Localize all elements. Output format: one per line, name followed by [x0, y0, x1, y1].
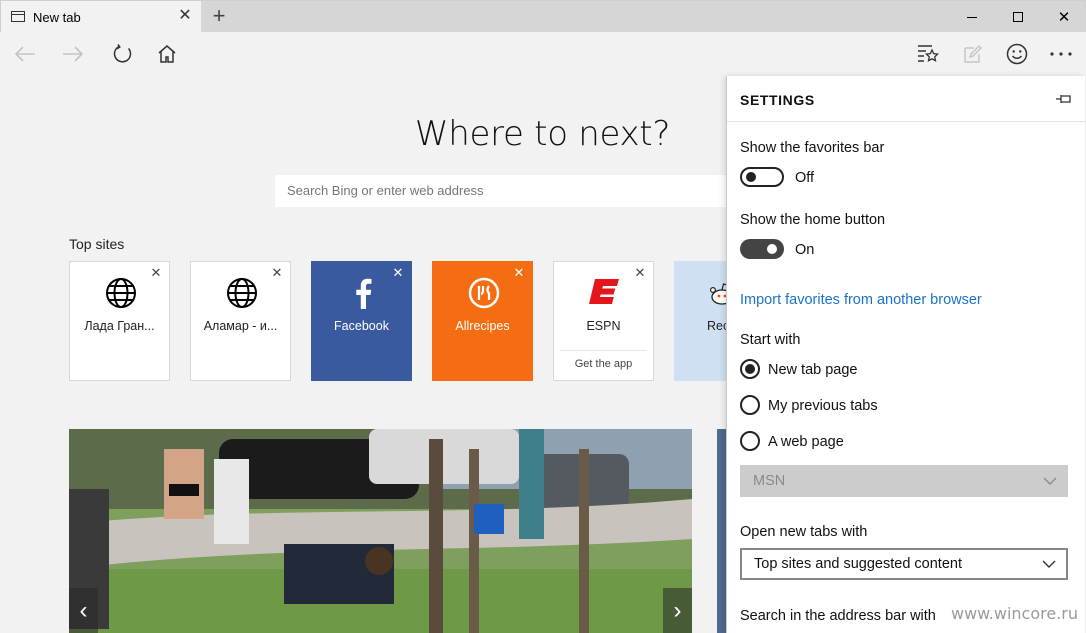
- news-photo[interactable]: [69, 429, 692, 633]
- favorites-bar-toggle[interactable]: [740, 167, 784, 187]
- radio-previous-tabs[interactable]: [740, 395, 760, 415]
- allrecipes-icon: [467, 276, 501, 310]
- tile-label: ESPN: [586, 319, 621, 333]
- tab-close-button[interactable]: ✕: [175, 6, 195, 26]
- tile-close-button[interactable]: ✕: [391, 266, 405, 280]
- get-app-link[interactable]: Get the app: [560, 350, 647, 370]
- forward-icon: [63, 46, 84, 62]
- maximize-icon: [1013, 12, 1023, 22]
- radio-label-web-page[interactable]: A web page: [768, 434, 844, 450]
- home-icon: [158, 45, 176, 63]
- chevron-down-icon: [1043, 477, 1057, 485]
- toggle-knob: [767, 244, 777, 254]
- top-site-tile[interactable]: ✕ Facebook: [311, 261, 412, 381]
- radio-label-new-tab-page[interactable]: New tab page: [768, 362, 857, 378]
- more-icon: [1050, 52, 1072, 56]
- toggle-knob: [746, 172, 756, 182]
- navigation-bar: [0, 32, 1086, 76]
- watermark: www.wincore.ru: [951, 604, 1079, 623]
- radio-label-previous-tabs[interactable]: My previous tabs: [768, 398, 878, 414]
- search-address-bar-label: Search in the address bar with: [740, 608, 936, 624]
- tile-label: Лада Гран...: [84, 319, 155, 333]
- tile-label: Rec: [707, 319, 727, 333]
- import-favorites-link[interactable]: Import favorites from another browser: [740, 292, 982, 308]
- photo-next-button[interactable]: ›: [663, 588, 692, 633]
- search-input[interactable]: Search Bing or enter web address: [275, 175, 735, 207]
- home-button-toggle[interactable]: [740, 239, 784, 259]
- tile-label: Facebook: [334, 319, 389, 333]
- feedback-icon: [1006, 43, 1028, 65]
- open-new-tabs-value: Top sites and suggested content: [754, 556, 962, 572]
- new-tab-button[interactable]: +: [204, 3, 234, 31]
- top-site-tile[interactable]: ✕ ESPN Get the app: [553, 261, 654, 381]
- maximize-button[interactable]: [995, 1, 1041, 33]
- top-site-tile[interactable]: Rec: [674, 261, 734, 381]
- settings-title: SETTINGS: [740, 92, 815, 108]
- news-photo-image: [69, 429, 692, 633]
- open-new-tabs-label: Open new tabs with: [740, 524, 868, 540]
- hub-icon: [918, 45, 940, 62]
- more-button[interactable]: [1045, 38, 1077, 70]
- web-note-icon: [964, 45, 982, 63]
- tile-close-button[interactable]: ✕: [270, 266, 284, 280]
- close-icon: ✕: [1057, 9, 1071, 26]
- chevron-down-icon: [1042, 560, 1056, 568]
- page-icon: [11, 11, 25, 22]
- back-icon: [14, 46, 35, 62]
- web-page-select-value: MSN: [753, 473, 786, 489]
- settings-header: SETTINGS: [727, 76, 1086, 122]
- facebook-icon: [346, 276, 380, 310]
- open-new-tabs-select[interactable]: Top sites and suggested content: [740, 548, 1068, 580]
- feedback-button[interactable]: [1001, 38, 1033, 70]
- radio-new-tab-page[interactable]: [740, 359, 760, 379]
- home-button-state: On: [795, 242, 815, 258]
- tab-title: New tab: [33, 10, 81, 25]
- favorites-bar-label: Show the favorites bar: [740, 140, 885, 156]
- tile-close-button[interactable]: ✕: [512, 266, 526, 280]
- photo-prev-button[interactable]: ‹: [69, 588, 98, 633]
- page-heading: Where to next?: [414, 114, 671, 154]
- web-page-select: MSN: [740, 465, 1068, 497]
- refresh-icon: [113, 44, 132, 63]
- web-note-button[interactable]: [957, 38, 989, 70]
- top-sites-label: Top sites: [69, 236, 125, 252]
- refresh-button[interactable]: [107, 38, 139, 70]
- forward-button[interactable]: [57, 38, 89, 70]
- espn-icon: [588, 276, 622, 310]
- hub-button[interactable]: [912, 38, 944, 70]
- tab-new-tab[interactable]: New tab ✕: [1, 1, 201, 33]
- tab-strip: New tab ✕ + ✕: [0, 0, 1086, 33]
- globe-icon: [104, 276, 138, 310]
- globe-icon: [225, 276, 259, 310]
- tile-close-button[interactable]: ✕: [149, 266, 163, 280]
- home-button-label: Show the home button: [740, 212, 886, 228]
- minimize-icon: [967, 16, 977, 18]
- home-button[interactable]: [151, 38, 183, 70]
- top-site-tile[interactable]: ✕ Аламар - и...: [190, 261, 291, 381]
- back-button[interactable]: [9, 38, 41, 70]
- top-site-tile[interactable]: ✕ Лада Гран...: [69, 261, 170, 381]
- window-close-button[interactable]: ✕: [1041, 1, 1086, 33]
- favorites-bar-state: Off: [795, 170, 815, 186]
- top-site-tile[interactable]: ✕ Allrecipes: [432, 261, 533, 381]
- start-with-label: Start with: [740, 332, 801, 348]
- tile-close-button[interactable]: ✕: [633, 266, 647, 280]
- tile-label: Allrecipes: [455, 319, 510, 333]
- tile-label: Аламар - и...: [203, 319, 278, 333]
- minimize-button[interactable]: [949, 1, 995, 33]
- radio-web-page[interactable]: [740, 431, 760, 451]
- settings-panel: SETTINGS Show the favorites bar Off Show…: [726, 76, 1086, 633]
- pin-icon[interactable]: [1055, 92, 1073, 106]
